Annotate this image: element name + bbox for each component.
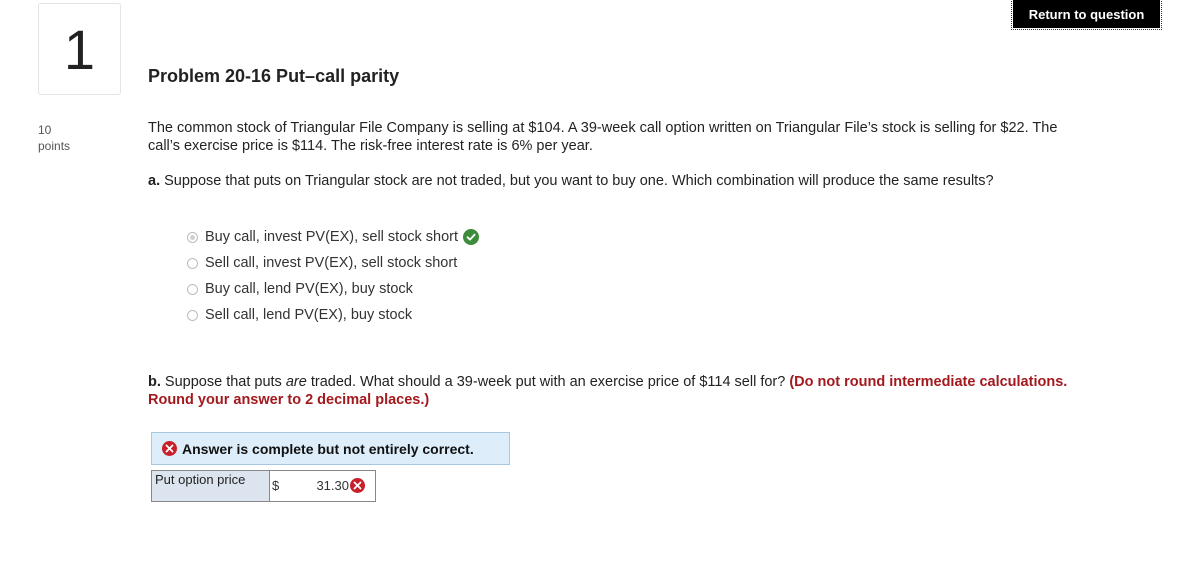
radio-button-selected[interactable] [187, 231, 198, 243]
part-b-text-cont: traded. What should a 39-week put with a… [306, 374, 790, 390]
option-2[interactable]: Sell call, invest PV(EX), sell stock sho… [187, 250, 479, 276]
radio-button[interactable] [187, 257, 198, 269]
option-label: Sell call, lend PV(EX), buy stock [205, 307, 413, 323]
incorrect-icon [350, 478, 365, 493]
option-1[interactable]: Buy call, invest PV(EX), sell stock shor… [187, 224, 480, 250]
radio-button[interactable] [187, 309, 198, 321]
points-value: 10 [38, 123, 52, 137]
part-a-label: a. [148, 173, 161, 189]
currency-symbol: $ [272, 478, 280, 493]
part-b-text: Suppose that puts [160, 374, 286, 390]
option-4[interactable]: Sell call, lend PV(EX), buy stock [187, 302, 479, 328]
points-label: points [38, 139, 71, 153]
part-b-label: b. [148, 374, 161, 390]
table-row: Put option price $ 31.30 [151, 470, 376, 502]
checkmark-icon [463, 229, 480, 245]
question-number-box: 1 [38, 3, 121, 95]
part-b-question: b. Suppose that puts are traded. What sh… [148, 373, 1068, 409]
option-3[interactable]: Buy call, lend PV(EX), buy stock [187, 276, 479, 302]
part-b-emphasis: are [285, 374, 307, 390]
answer-input-cell[interactable]: $ 31.30 [269, 470, 376, 502]
option-label: Buy call, lend PV(EX), buy stock [205, 281, 413, 297]
part-a-question: a. Suppose that puts on Triangular stock… [148, 173, 1108, 189]
option-label: Buy call, invest PV(EX), sell stock shor… [205, 229, 459, 245]
answer-label-cell: Put option price [151, 470, 270, 502]
radio-button[interactable] [187, 283, 198, 295]
answer-table: Put option price $ 31.30 [151, 470, 376, 502]
problem-title: Problem 20-16 Put–call parity [148, 66, 400, 86]
return-to-question-button[interactable]: Return to question [1011, 0, 1162, 30]
incorrect-icon [162, 441, 177, 456]
answer-value[interactable]: 31.30 [316, 478, 349, 493]
part-a-text: Suppose that puts on Triangular stock ar… [160, 173, 994, 189]
part-a-options: Buy call, invest PV(EX), sell stock shor… [187, 224, 480, 328]
question-number: 1 [63, 17, 96, 81]
problem-stem: The common stock of Triangular File Comp… [148, 120, 1058, 154]
feedback-text: Answer is complete but not entirely corr… [182, 440, 474, 457]
feedback-banner: Answer is complete but not entirely corr… [151, 432, 510, 465]
option-label: Sell call, invest PV(EX), sell stock sho… [205, 255, 458, 271]
